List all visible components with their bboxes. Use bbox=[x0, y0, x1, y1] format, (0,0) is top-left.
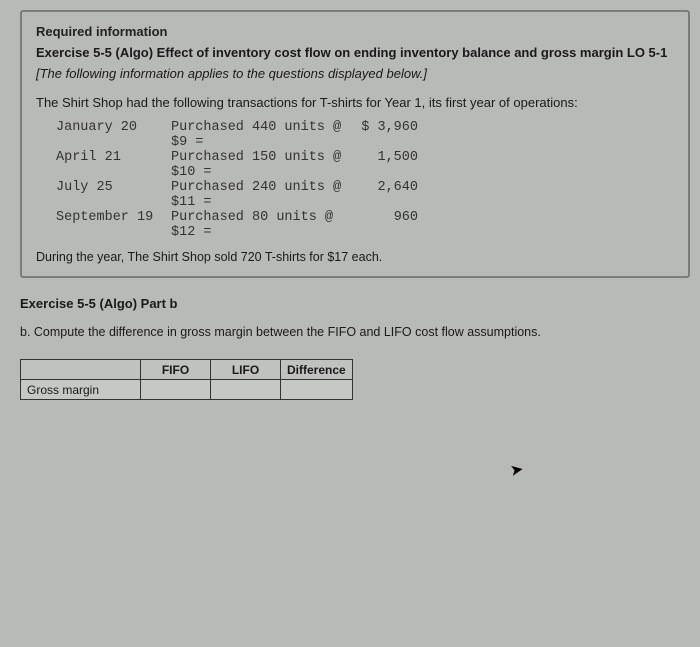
tx-line2: $10 = bbox=[171, 165, 212, 180]
tx-date: April 21 bbox=[56, 150, 171, 180]
part-b-instruction: b. Compute the difference in gross margi… bbox=[20, 325, 690, 339]
tx-desc: Purchased 440 units @ $9 = bbox=[171, 120, 361, 150]
tx-date: September 19 bbox=[56, 210, 171, 240]
cursor-icon: ➤ bbox=[508, 459, 525, 481]
tx-amount: 1,500 bbox=[361, 150, 426, 180]
table-header-row: FIFO LIFO Difference bbox=[21, 360, 353, 380]
header-blank bbox=[21, 360, 141, 380]
tx-line2: $11 = bbox=[171, 195, 212, 210]
required-info-heading: Required information bbox=[36, 24, 674, 39]
instruction-italic: [The following information applies to th… bbox=[36, 66, 674, 81]
tx-date: January 20 bbox=[56, 120, 171, 150]
transactions-table: January 20 Purchased 440 units @ $9 = $ … bbox=[56, 120, 426, 240]
tx-date: July 25 bbox=[56, 180, 171, 210]
part-b-title: Exercise 5-5 (Algo) Part b bbox=[20, 296, 690, 311]
tx-line1: Purchased 80 units @ bbox=[171, 210, 333, 225]
row-label: Gross margin bbox=[21, 380, 141, 400]
tx-amount: 960 bbox=[361, 210, 426, 240]
tx-amount: $ 3,960 bbox=[361, 120, 426, 150]
header-fifo: FIFO bbox=[141, 360, 211, 380]
tx-desc: Purchased 80 units @ $12 = bbox=[171, 210, 361, 240]
header-diff: Difference bbox=[281, 360, 353, 380]
table-row: July 25 Purchased 240 units @ $11 = 2,64… bbox=[56, 180, 426, 210]
table-row: September 19 Purchased 80 units @ $12 = … bbox=[56, 210, 426, 240]
tx-amount: 2,640 bbox=[361, 180, 426, 210]
table-row: Gross margin bbox=[21, 380, 353, 400]
tx-line2: $12 = bbox=[171, 225, 212, 240]
fifo-input[interactable] bbox=[141, 380, 211, 400]
sold-note: During the year, The Shirt Shop sold 720… bbox=[36, 250, 674, 264]
answer-table: FIFO LIFO Difference Gross margin bbox=[20, 359, 353, 400]
tx-line1: Purchased 240 units @ bbox=[171, 180, 341, 195]
header-lifo: LIFO bbox=[211, 360, 281, 380]
tx-desc: Purchased 150 units @ $10 = bbox=[171, 150, 361, 180]
diff-input[interactable] bbox=[281, 380, 353, 400]
tx-line2: $9 = bbox=[171, 135, 203, 150]
tx-desc: Purchased 240 units @ $11 = bbox=[171, 180, 361, 210]
exercise-title: Exercise 5-5 (Algo) Effect of inventory … bbox=[36, 45, 674, 60]
lifo-input[interactable] bbox=[211, 380, 281, 400]
info-panel: Required information Exercise 5-5 (Algo)… bbox=[20, 10, 690, 278]
table-row: April 21 Purchased 150 units @ $10 = 1,5… bbox=[56, 150, 426, 180]
tx-line1: Purchased 440 units @ bbox=[171, 120, 341, 135]
table-row: January 20 Purchased 440 units @ $9 = $ … bbox=[56, 120, 426, 150]
tx-line1: Purchased 150 units @ bbox=[171, 150, 341, 165]
transactions-intro: The Shirt Shop had the following transac… bbox=[36, 95, 674, 110]
